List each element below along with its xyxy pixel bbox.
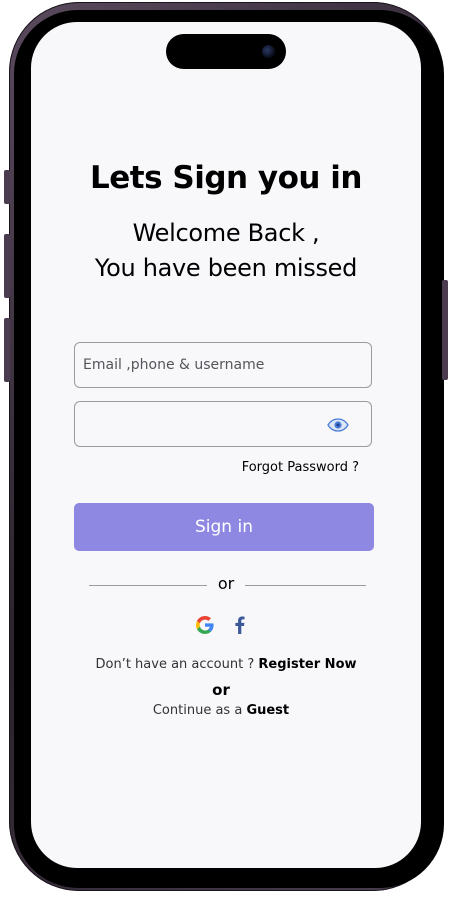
divider-line-right	[245, 585, 366, 586]
email-field[interactable]	[74, 342, 372, 388]
or-divider-label: or	[217, 574, 235, 593]
forgot-password-link[interactable]: Forgot Password ?	[31, 460, 359, 475]
email-input[interactable]	[75, 343, 371, 387]
guest-prompt: Continue as a Guest	[31, 703, 411, 718]
register-prompt: Don’t have an account ? Register Now	[31, 657, 421, 672]
volume-down-button	[4, 318, 10, 382]
google-icon[interactable]	[195, 615, 215, 635]
app-screen: Lets Sign you in Welcome Back , You have…	[31, 22, 421, 868]
page-title: Lets Sign you in	[90, 160, 362, 196]
divider-line-left	[89, 585, 207, 586]
volume-up-button	[4, 234, 10, 298]
facebook-icon[interactable]	[230, 615, 250, 635]
missed-subtitle: You have been missed	[94, 254, 358, 282]
eye-icon[interactable]	[327, 418, 349, 432]
guest-prompt-text: Continue as a	[152, 703, 243, 718]
power-button	[442, 280, 448, 380]
action-button	[4, 170, 10, 204]
dynamic-island	[166, 34, 286, 69]
front-camera-icon	[262, 45, 275, 58]
sign-in-button[interactable]: Sign in	[74, 503, 374, 551]
welcome-subtitle: Welcome Back ,	[132, 219, 320, 247]
register-now-link[interactable]: Register Now	[258, 657, 356, 672]
password-field[interactable]	[74, 401, 372, 447]
guest-link[interactable]: Guest	[246, 703, 289, 718]
or-separator-label: or	[212, 681, 230, 699]
register-prompt-text: Don’t have an account ?	[95, 657, 255, 672]
